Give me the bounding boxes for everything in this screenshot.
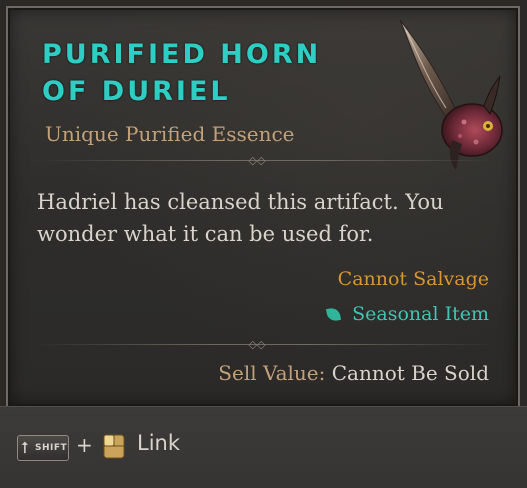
seasonal-leaf-icon — [326, 306, 342, 323]
item-description: Hadriel has cleansed this artifact. You … — [37, 190, 444, 246]
item-title-line2: of Duriel — [42, 76, 231, 107]
item-title: Purified Horn of Duriel — [42, 36, 321, 110]
duriel-horn-artifact-icon — [399, 19, 503, 170]
seasonal-item-label: Seasonal Item — [326, 303, 489, 325]
divider-ornament-icon: ◇◇ — [248, 154, 266, 167]
item-type: Unique Purified Essence — [45, 122, 295, 146]
seasonal-item-text: Seasonal Item — [352, 303, 489, 325]
shift-key-icon: ⭡ SHIFT — [17, 435, 69, 461]
link-action[interactable]: Link — [137, 431, 180, 455]
shift-arrow-icon: ⭡ — [21, 438, 29, 457]
sell-value: Sell Value: Cannot Be Sold — [218, 361, 489, 385]
sell-value-label: Sell Value: — [218, 361, 326, 385]
plus-sign: + — [76, 433, 93, 457]
divider-ornament-icon: ◇◇ — [248, 338, 266, 351]
shift-key-label: SHIFT — [35, 443, 68, 453]
item-title-line1: Purified Horn — [42, 39, 322, 70]
divider-top: ◇◇ — [36, 155, 496, 167]
divider-bottom: ◇◇ — [36, 339, 496, 351]
sell-value-text: Cannot Be Sold — [331, 361, 489, 385]
mouse-click-icon — [103, 434, 125, 459]
cannot-salvage-label: Cannot Salvage — [337, 268, 489, 290]
item-tooltip: Purified Horn of Duriel — [0, 0, 527, 488]
tooltip-footer: ⭡ SHIFT + Link — [0, 406, 527, 488]
